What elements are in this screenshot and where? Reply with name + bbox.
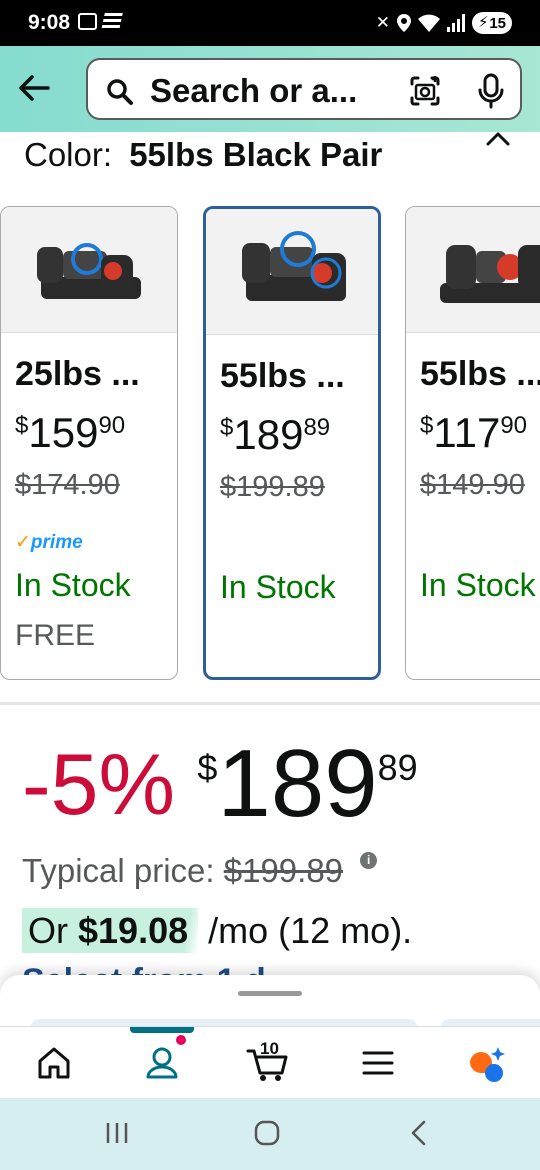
back-arrow-icon[interactable] [14,68,54,108]
screenshot-icon [78,13,97,30]
chevron-up-icon[interactable] [484,128,512,148]
camera-lens-icon[interactable] [408,74,442,108]
variant-list-price: $174.90 [15,469,120,501]
variant-title: 25lbs ... [15,355,140,393]
monthly-highlight: Or $19.08 [22,908,199,953]
variant-card-55lbs-alt[interactable]: 55lbs ... $11790 $149.90 In Stock [405,206,540,680]
location-icon [397,14,411,32]
color-value: 55lbs Black Pair [129,136,383,173]
nav-account[interactable] [140,1035,186,1083]
variant-stock-status: In Stock [220,569,336,605]
product-image [206,209,378,335]
variant-card-55lbs-selected[interactable]: 55lbs ... $18989 $199.89 In Stock [203,206,381,680]
notification-dot [176,1035,186,1045]
status-notification-icons [78,13,123,30]
battery-icon: ⚡ 15 [472,12,512,34]
app-notification-icon [101,13,123,30]
status-bar: 9:08 ✕ ⚡ 15 [0,0,540,46]
variant-price: $11790 [420,409,528,456]
typical-price-row: Typical price: $199.89 i [22,852,378,890]
product-image [406,207,540,333]
variant-stock-status: In Stock [420,567,536,603]
dumbbell-image [37,243,141,299]
variant-list-price: $199.89 [220,471,325,503]
recent-apps-icon[interactable] [104,1120,130,1146]
nav-active-indicator [130,1027,194,1033]
home-icon[interactable] [32,1043,76,1083]
prime-badge: ✓prime [15,532,83,553]
current-price: $18989 [197,730,418,837]
account-icon [146,1047,178,1079]
monthly-payment[interactable]: Or $19.08 /mo (12 mo). [22,908,413,953]
signal-icon [447,14,465,32]
bottom-nav-bar: 10 [0,1026,540,1098]
variant-price: $15990 [15,409,126,456]
variant-shipping: FREE [15,619,96,652]
typical-price-value: $199.89 [223,852,344,889]
nav-cart[interactable]: 10 [246,1039,290,1083]
mute-icon: ✕ [375,13,390,32]
color-label: Color: [24,136,113,173]
monthly-amount: $19.08 [78,910,189,951]
main-price: -5% $18989 [22,736,418,835]
variant-stock-status: In Stock [15,567,131,603]
wifi-icon [418,14,440,32]
monthly-suffix: /mo (12 mo). [208,910,413,951]
rufus-assistant-icon[interactable] [464,1043,508,1083]
info-icon[interactable]: i [360,852,378,869]
sheet-drag-handle[interactable] [238,991,302,996]
variant-title: 55lbs ... [220,357,345,395]
product-image [1,207,177,333]
system-nav-bar [0,1098,540,1170]
battery-level: 15 [489,14,506,32]
variant-title: 55lbs ... [420,355,540,393]
system-back-icon[interactable] [406,1120,432,1146]
dumbbell-image [242,231,346,301]
discount-percent: -5% [22,737,175,833]
menu-icon[interactable] [356,1043,400,1083]
cart-count: 10 [260,1039,279,1058]
search-icon [107,79,133,105]
search-bar[interactable]: Search or a... [86,58,522,120]
search-header: Search or a... [0,46,540,132]
color-selection-heading: Color: 55lbs Black Pair [24,136,382,174]
status-time: 9:08 [28,11,71,34]
section-divider [0,702,540,705]
variant-card-25lbs[interactable]: 25lbs ... $15990 $174.90 ✓prime In Stock… [0,206,178,680]
search-input[interactable]: Search or a... [150,72,357,110]
variant-price: $18989 [220,411,331,458]
variant-list-price: $149.90 [420,469,525,501]
microphone-icon[interactable] [476,73,506,109]
system-home-icon[interactable] [254,1120,280,1146]
prime-check-icon: ✓ [15,532,31,553]
typical-price-label: Typical price: [22,852,215,889]
status-right-icons: ✕ ⚡ 15 [376,12,512,34]
dumbbell-image [440,245,540,303]
